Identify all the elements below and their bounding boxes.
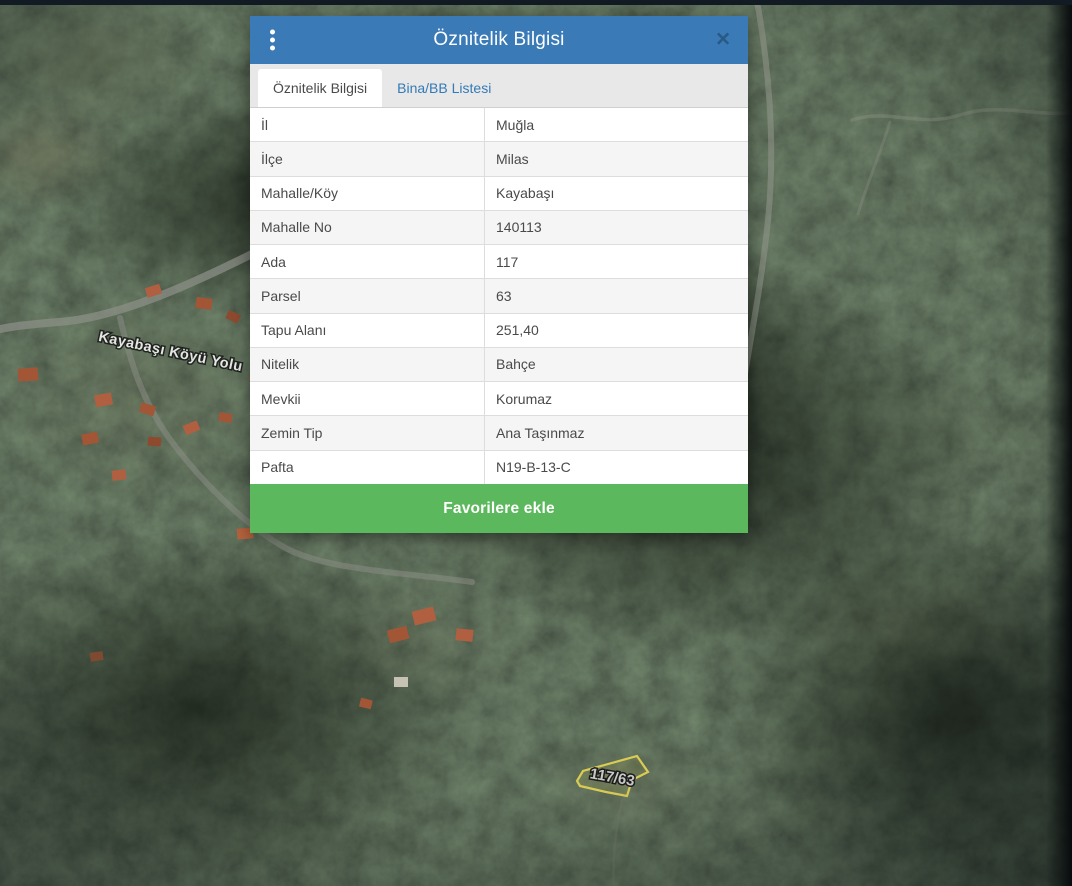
table-row: Parsel 63 — [250, 279, 748, 313]
add-to-favorites-button[interactable]: Favorilere ekle — [250, 484, 748, 533]
row-label: Ada — [250, 245, 485, 278]
tab-attribute-info[interactable]: Öznitelik Bilgisi — [258, 69, 382, 107]
row-label: Mahalle/Köy — [250, 177, 485, 210]
right-edge-shade — [1046, 0, 1072, 886]
row-label: Parsel — [250, 279, 485, 312]
row-value: Bahçe — [485, 348, 748, 381]
table-row: İl Muğla — [250, 108, 748, 142]
table-row: Zemin Tip Ana Taşınmaz — [250, 416, 748, 450]
table-row: Mahalle No 140113 — [250, 211, 748, 245]
tab-building-list[interactable]: Bina/BB Listesi — [382, 69, 506, 107]
row-value: 251,40 — [485, 314, 748, 347]
tab-bar: Öznitelik Bilgisi Bina/BB Listesi — [250, 64, 748, 108]
row-label: Zemin Tip — [250, 416, 485, 449]
table-row: Nitelik Bahçe — [250, 348, 748, 382]
row-label: İl — [250, 108, 485, 141]
row-value: Ana Taşınmaz — [485, 416, 748, 449]
row-value: 140113 — [485, 211, 748, 244]
row-value: Muğla — [485, 108, 748, 141]
row-value: 63 — [485, 279, 748, 312]
table-row: İlçe Milas — [250, 142, 748, 176]
modal-title: Öznitelik Bilgisi — [433, 29, 564, 51]
attribute-table: İl Muğla İlçe Milas Mahalle/Köy Kayabaşı… — [250, 108, 748, 484]
table-row: Ada 117 — [250, 245, 748, 279]
table-row: Mevkii Korumaz — [250, 382, 748, 416]
table-row: Tapu Alanı 251,40 — [250, 314, 748, 348]
vertical-dots-icon[interactable] — [266, 26, 279, 55]
row-label: Pafta — [250, 451, 485, 484]
table-row: Pafta N19-B-13-C — [250, 451, 748, 484]
row-value: Kayabaşı — [485, 177, 748, 210]
top-bar — [0, 0, 1072, 5]
row-label: Mahalle No — [250, 211, 485, 244]
row-value: Korumaz — [485, 382, 748, 415]
row-label: Mevkii — [250, 382, 485, 415]
table-row: Mahalle/Köy Kayabaşı — [250, 177, 748, 211]
row-label: Tapu Alanı — [250, 314, 485, 347]
modal-header[interactable]: Öznitelik Bilgisi ✕ — [250, 16, 748, 64]
row-value: Milas — [485, 142, 748, 175]
row-label: İlçe — [250, 142, 485, 175]
close-icon[interactable]: ✕ — [711, 29, 735, 52]
attribute-info-modal: Öznitelik Bilgisi ✕ Öznitelik Bilgisi Bi… — [250, 16, 748, 533]
row-value: 117 — [485, 245, 748, 278]
row-value: N19-B-13-C — [485, 451, 748, 484]
row-label: Nitelik — [250, 348, 485, 381]
